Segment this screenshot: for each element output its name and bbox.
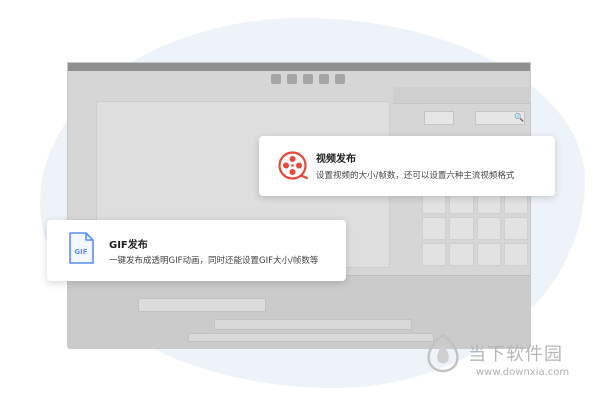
asset-thumbnail[interactable] [503,243,528,266]
toolbar-button[interactable] [335,74,345,84]
timeline-scrollbar[interactable] [214,319,412,330]
right-panel-field[interactable] [424,111,454,125]
gif-file-icon: GIF [69,232,94,264]
gif-file-label: GIF [74,248,87,256]
video-publish-card: 视频发布 设置视频的大小/帧数，还可以设置六种主流视频格式 [259,136,555,196]
video-publish-desc: 设置视频的大小/帧数，还可以设置六种主流视频格式 [316,171,515,181]
video-publish-title: 视频发布 [316,154,356,165]
right-panel-search-input[interactable]: 🔍 [475,111,525,125]
asset-thumbnail[interactable] [503,217,528,240]
gif-publish-card: GIF GIF发布 一键发布成透明GIF动画，同时还能设置GIF大小/帧数等 [47,220,346,281]
asset-thumbnail[interactable] [476,243,501,266]
asset-thumbnail[interactable] [422,217,447,240]
gif-publish-desc: 一键发布成透明GIF动画，同时还能设置GIF大小/帧数等 [109,256,319,266]
asset-thumbnail[interactable] [449,243,474,266]
downxia-logo-icon [427,333,459,373]
toolbar-button[interactable] [287,74,297,84]
timeline-ruler [188,333,434,342]
watermark-site-name: 当下软件园 [468,344,563,365]
toolbar-button[interactable] [319,74,329,84]
film-reel-icon [278,151,309,180]
magnifier-icon: 🔍 [514,113,524,122]
asset-thumbnail[interactable] [422,243,447,266]
toolbar-button[interactable] [271,74,281,84]
watermark-url: www.downxia.com [476,367,570,378]
right-panel-tabs[interactable] [393,87,531,104]
toolbar-button[interactable] [303,74,313,84]
app-window-mockup: 🔍 [67,62,531,349]
timeline-track[interactable] [138,298,266,312]
gif-publish-title: GIF发布 [109,240,148,251]
window-titlebar [68,63,530,71]
asset-thumbnail[interactable] [449,217,474,240]
asset-thumbnail[interactable] [476,217,501,240]
asset-grid [422,191,528,266]
